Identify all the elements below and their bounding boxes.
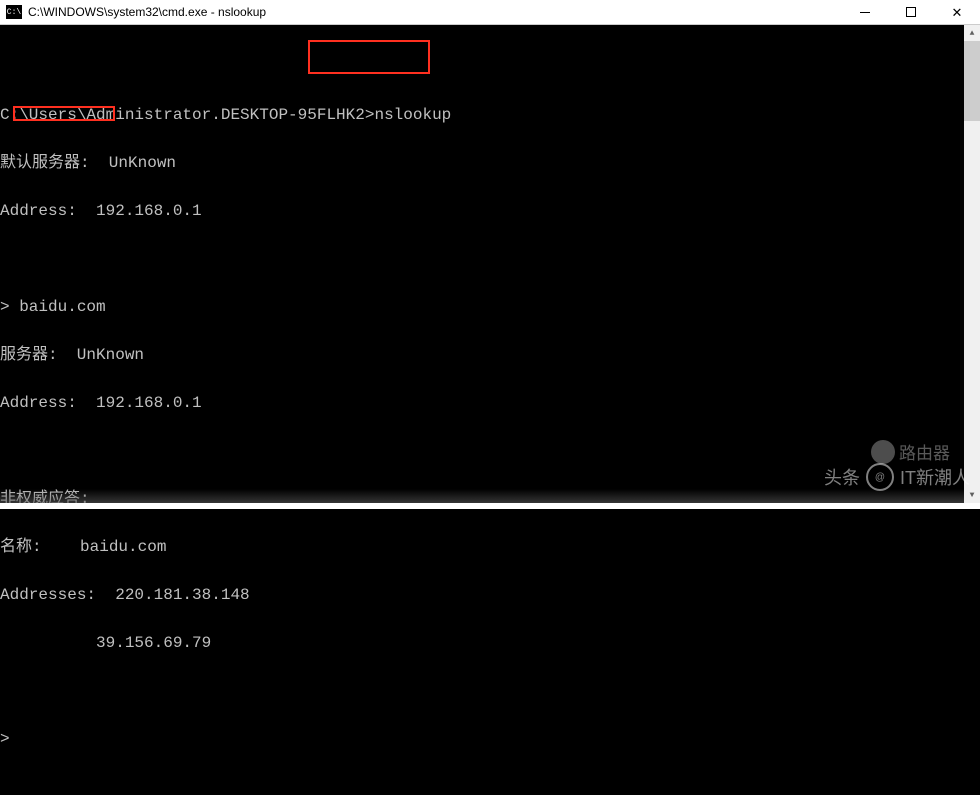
watermark-router: 路由器 [871, 439, 950, 464]
terminal-area[interactable]: C:\Users\Administrator.DESKTOP-95FLHK2>n… [0, 25, 980, 503]
cmd-icon: C:\ [6, 5, 22, 19]
window-controls: ✕ [842, 0, 980, 24]
watermark-logo-icon [871, 440, 895, 464]
terminal-line [0, 683, 980, 699]
minimize-button[interactable] [842, 0, 888, 24]
scrollbar-thumb[interactable] [964, 41, 980, 121]
vertical-scrollbar[interactable]: ▲ ▼ [964, 25, 980, 503]
close-icon: ✕ [952, 6, 963, 19]
watermark-text: 路由器 [899, 439, 950, 464]
bottom-bar [0, 503, 980, 509]
terminal-line: 默认服务器: UnKnown [0, 155, 980, 171]
terminal-line [0, 443, 980, 459]
prompt-path: C:\Users\Administrator.DESKTOP-95FLHK2> [0, 106, 374, 124]
terminal-line: Address: 192.168.0.1 [0, 395, 980, 411]
close-button[interactable]: ✕ [934, 0, 980, 24]
terminal-line: 服务器: UnKnown [0, 347, 980, 363]
scrollbar-track[interactable] [964, 121, 980, 487]
terminal-line: 名称: baidu.com [0, 539, 980, 555]
watermark-avatar-icon: @ [866, 463, 894, 491]
query-baidu: baidu.com [19, 298, 105, 316]
terminal-line: > baidu.com [0, 299, 980, 315]
minimize-icon [860, 12, 870, 13]
maximize-button[interactable] [888, 0, 934, 24]
window-title: C:\WINDOWS\system32\cmd.exe - nslookup [28, 5, 842, 19]
terminal-line: Addresses: 220.181.38.148 [0, 587, 980, 603]
terminal-line [0, 251, 980, 267]
terminal-line: C:\Users\Administrator.DESKTOP-95FLHK2>n… [0, 107, 980, 123]
bottom-gradient [0, 489, 964, 503]
watermark-text: 头条 [824, 464, 860, 490]
terminal-content: C:\Users\Administrator.DESKTOP-95FLHK2>n… [0, 57, 980, 779]
watermark-toutiao: 头条 @ IT新潮人 [824, 463, 970, 491]
scrollbar-up-button[interactable]: ▲ [964, 25, 980, 41]
terminal-line: > [0, 731, 980, 747]
terminal-line: Address: 192.168.0.1 [0, 203, 980, 219]
nslookup-prompt: > [0, 298, 19, 316]
watermark-text: IT新潮人 [900, 464, 970, 490]
window-titlebar: C:\ C:\WINDOWS\system32\cmd.exe - nslook… [0, 0, 980, 25]
maximize-icon [906, 7, 916, 17]
command-nslookup: nslookup [374, 106, 451, 124]
terminal-line: 39.156.69.79 [0, 635, 980, 651]
